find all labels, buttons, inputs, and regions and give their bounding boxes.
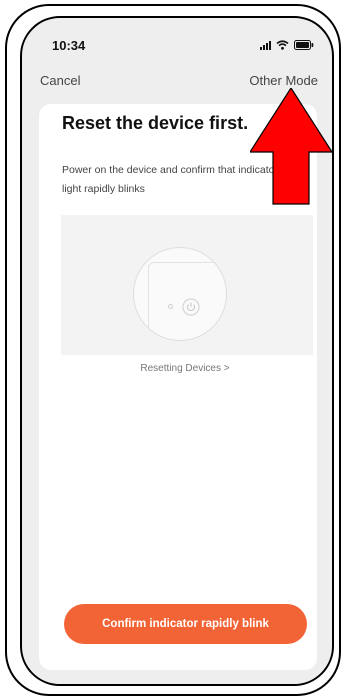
resetting-devices-link[interactable]: Resetting Devices > xyxy=(12,363,346,374)
power-button-icon xyxy=(182,298,200,316)
wifi-icon xyxy=(276,40,289,50)
indicator-light-icon xyxy=(168,304,173,309)
page-title: Reset the device first. xyxy=(62,113,249,133)
signal-icon xyxy=(260,41,271,50)
battery-icon xyxy=(294,40,314,50)
cancel-button[interactable]: Cancel xyxy=(40,73,80,88)
status-icons xyxy=(260,40,314,50)
other-mode-button[interactable]: Other Mode xyxy=(249,73,318,88)
page-subtitle: Power on the device and confirm that ind… xyxy=(62,164,278,195)
device-circle xyxy=(133,247,227,341)
status-time: 10:34 xyxy=(52,38,86,53)
status-bar: 10:34 xyxy=(22,18,332,58)
bottom-area xyxy=(22,670,332,684)
device-illustration xyxy=(61,215,313,355)
confirm-indicator-button[interactable]: Confirm indicator rapidly blink xyxy=(64,604,307,644)
red-up-arrow-icon xyxy=(250,88,332,205)
